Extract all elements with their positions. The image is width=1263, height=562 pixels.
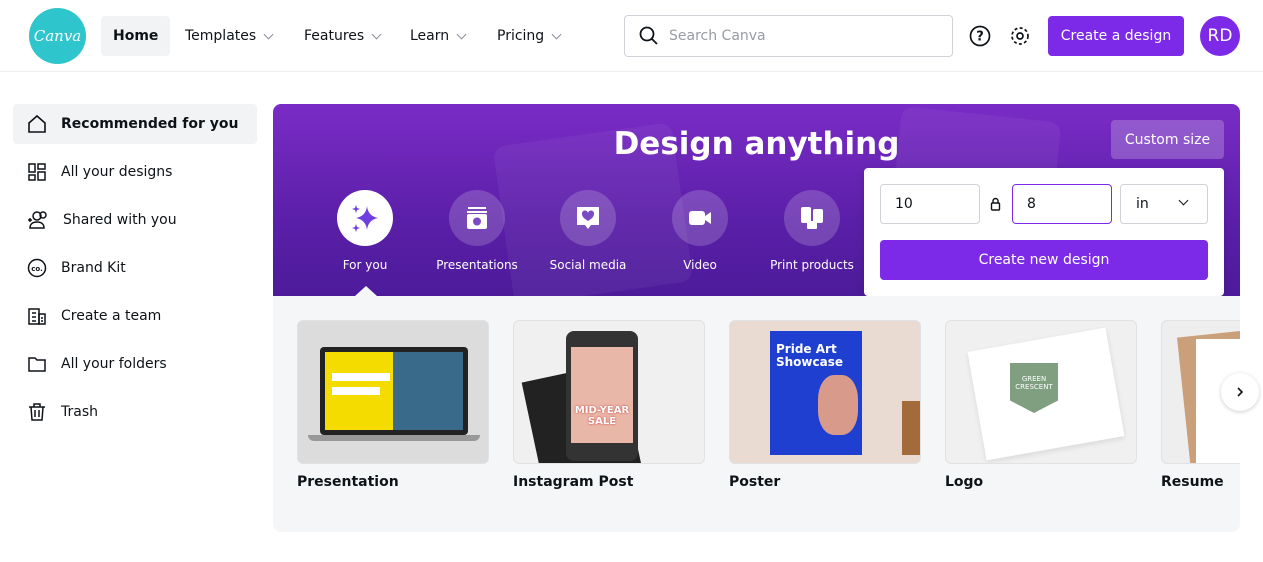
nav-learn[interactable]: Learn [398,16,477,56]
nav-home[interactable]: Home [101,16,171,56]
custom-size-popup: in Create new design [864,168,1224,296]
design-card-label: Resume [1161,474,1224,490]
unit-select[interactable]: in [1120,184,1208,224]
sidebar-item-label: Trash [61,404,98,420]
search-input[interactable] [669,28,929,44]
instagram-thumb-text: MID-YEAR SALE [571,347,633,443]
design-card-label: Instagram Post [513,474,634,490]
nav-pricing[interactable]: Pricing [485,16,572,56]
design-card-logo[interactable]: GREEN CRESCENT Logo [945,320,1137,490]
design-card-presentation[interactable]: Presentation [297,320,489,490]
category-for-you[interactable]: For you [310,190,420,272]
nav-templates[interactable]: Templates [173,16,284,56]
create-new-design-button[interactable]: Create new design [880,240,1208,280]
sidebar-item-create-team[interactable]: Create a team [13,296,257,336]
chevron-down-icon [263,29,274,39]
home-icon [28,114,46,133]
print-products-icon [801,207,823,229]
brand-kit-icon: co. [27,258,47,278]
folder-icon [28,357,46,372]
nav-label: Home [113,28,159,44]
design-card-instagram-post[interactable]: MID-YEAR SALE Instagram Post [513,320,705,490]
canva-logo[interactable]: Canva [29,8,86,64]
nav-label: Learn [410,28,450,44]
nav-features[interactable]: Features [292,16,392,56]
chevron-down-icon [551,29,562,39]
nav-label: Templates [185,28,257,44]
sidebar-item-label: Create a team [61,308,162,324]
search-icon [639,26,658,45]
presentation-thumbnail [297,320,489,464]
svg-text:co.: co. [31,265,43,273]
design-card-poster[interactable]: Pride Art Showcase Poster [729,320,921,490]
grid-icon [28,163,46,181]
trash-icon [29,403,45,421]
poster-thumbnail: Pride Art Showcase [729,320,921,464]
selected-caret [355,286,377,296]
presentation-icon [467,207,487,229]
sidebar-item-label: Recommended for you [61,116,239,132]
design-card-label: Presentation [297,474,399,490]
building-icon [28,308,46,325]
category-video[interactable]: Video [645,190,755,272]
top-header: Canva Home Templates Features Learn Pric… [0,0,1263,72]
design-card-label: Poster [729,474,781,490]
search-box[interactable] [624,15,953,57]
category-label: For you [342,258,388,272]
chevron-down-icon [371,29,382,39]
banner-title: Design anything [613,126,900,162]
heart-bubble-icon [577,207,599,229]
design-card-label: Logo [945,474,984,490]
category-print-products[interactable]: Print products [757,190,867,272]
sidebar-item-label: Shared with you [63,212,177,228]
avatar[interactable]: RD [1200,16,1240,56]
sparkle-icon [352,205,378,232]
custom-size-button[interactable]: Custom size [1111,120,1224,159]
category-label: Print products [770,258,854,272]
sidebar-item-all-designs[interactable]: All your designs [13,152,257,192]
category-presentations[interactable]: Presentations [422,190,532,272]
sidebar-item-recommended[interactable]: Recommended for you [13,104,257,144]
video-camera-icon [689,211,711,225]
carousel-next-button[interactable] [1221,373,1259,411]
height-input[interactable] [1012,184,1112,224]
sidebar-item-shared[interactable]: Shared with you [13,200,257,240]
category-social-media[interactable]: Social media [533,190,643,272]
help-icon[interactable]: ? [968,24,992,48]
sidebar-item-label: All your folders [61,356,167,372]
sidebar-item-trash[interactable]: Trash [13,392,257,432]
chevron-down-icon [1178,195,1189,206]
width-input[interactable] [880,184,980,224]
sidebar-item-folders[interactable]: All your folders [13,344,257,384]
gear-icon[interactable] [1008,24,1032,48]
lock-icon[interactable] [990,197,1001,211]
chevron-down-icon [456,29,467,39]
users-icon [28,211,47,229]
instagram-post-thumbnail: MID-YEAR SALE [513,320,705,464]
create-design-button[interactable]: Create a design [1048,16,1184,56]
nav-label: Features [304,28,365,44]
design-types-carousel: Presentation MID-YEAR SALE Instagram Pos… [273,296,1240,532]
nav-label: Pricing [497,28,545,44]
logo-thumbnail: GREEN CRESCENT [945,320,1137,464]
unit-value: in [1136,196,1149,212]
sidebar-item-brand-kit[interactable]: co. Brand Kit [13,248,257,288]
svg-text:?: ? [976,30,984,45]
category-label: Video [683,258,717,272]
category-label: Social media [549,258,627,272]
sidebar-item-label: All your designs [61,164,173,180]
category-label: Presentations [436,258,518,272]
chevron-right-icon [1237,387,1244,397]
sidebar-item-label: Brand Kit [61,260,126,276]
